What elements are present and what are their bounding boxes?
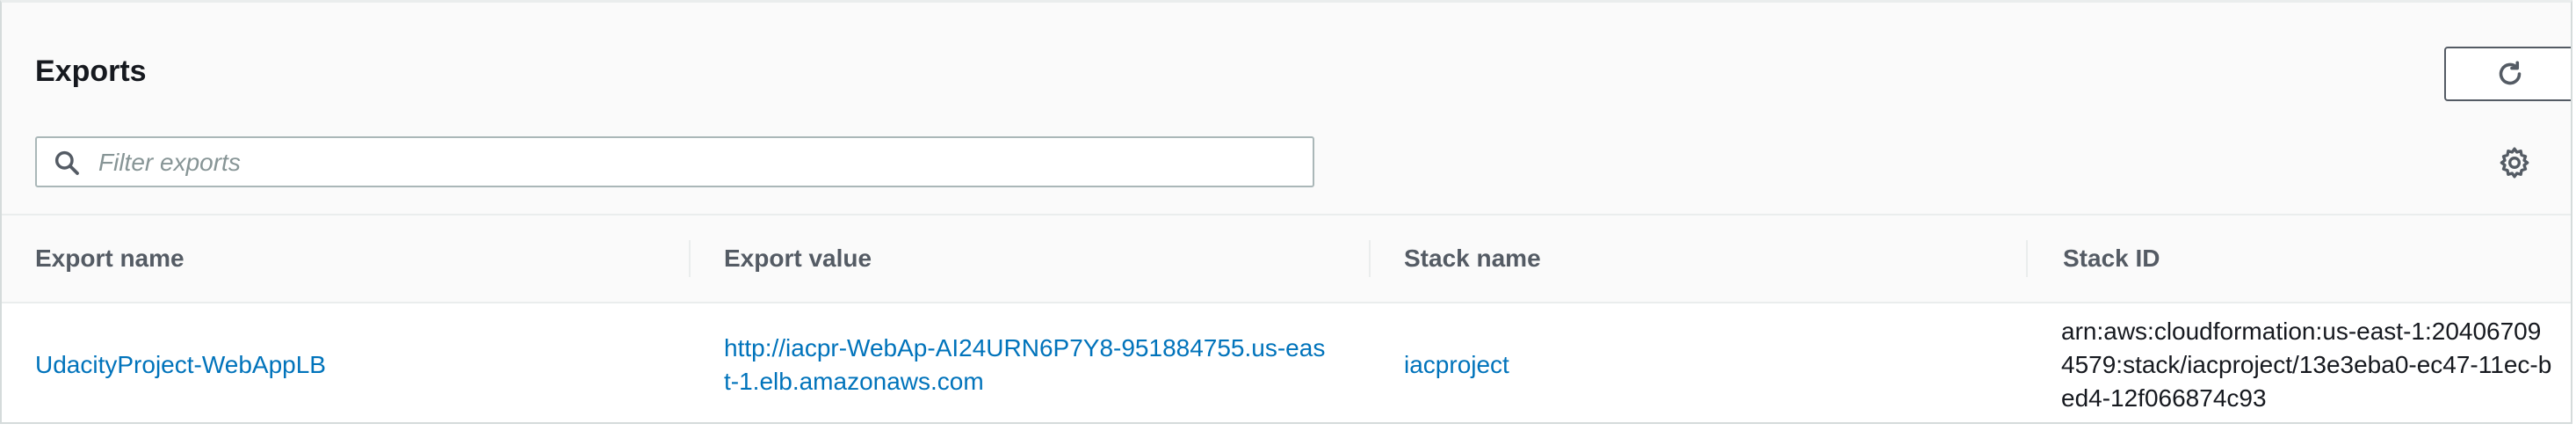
cell-stack-id: arn:aws:cloudformation:us-east-1:2040670…	[2061, 303, 2553, 422]
column-divider[interactable]	[2026, 240, 2028, 277]
search-input[interactable]	[97, 138, 1295, 187]
column-header-stack-id[interactable]: Stack ID	[2063, 216, 2160, 302]
table-header: Export name Export value Stack name Stac…	[2, 216, 2571, 303]
cell-stack-name: iacproject	[1404, 303, 2001, 422]
search-icon	[54, 150, 79, 175]
stack-name-link[interactable]: iacproject	[1404, 348, 1509, 382]
column-divider[interactable]	[1369, 240, 1371, 277]
export-value-link[interactable]: http://iacpr-WebAp-AI24URN6P7Y8-95188475…	[724, 332, 1330, 398]
page-title: Exports	[35, 55, 147, 88]
export-name-link[interactable]: UdacityProject-WebAppLB	[35, 348, 326, 382]
cell-export-value: http://iacpr-WebAp-AI24URN6P7Y8-95188475…	[724, 303, 1330, 422]
refresh-button[interactable]	[2444, 47, 2571, 101]
column-header-export-value[interactable]: Export value	[724, 216, 872, 302]
stack-id-value: arn:aws:cloudformation:us-east-1:2040670…	[2061, 318, 2552, 412]
column-divider[interactable]	[689, 240, 691, 277]
search-field[interactable]	[35, 136, 1314, 187]
exports-panel: Exports Export name Export value St	[0, 0, 2572, 424]
settings-button[interactable]	[2497, 145, 2532, 180]
cell-export-name: UdacityProject-WebAppLB	[35, 303, 668, 422]
column-header-export-name[interactable]: Export name	[35, 216, 185, 302]
refresh-icon	[2499, 61, 2522, 85]
column-header-stack-name[interactable]: Stack name	[1404, 216, 1541, 302]
panel-header: Exports	[2, 3, 2571, 216]
table-row: UdacityProject-WebAppLB http://iacpr-Web…	[2, 303, 2571, 422]
gear-icon	[2500, 147, 2529, 179]
